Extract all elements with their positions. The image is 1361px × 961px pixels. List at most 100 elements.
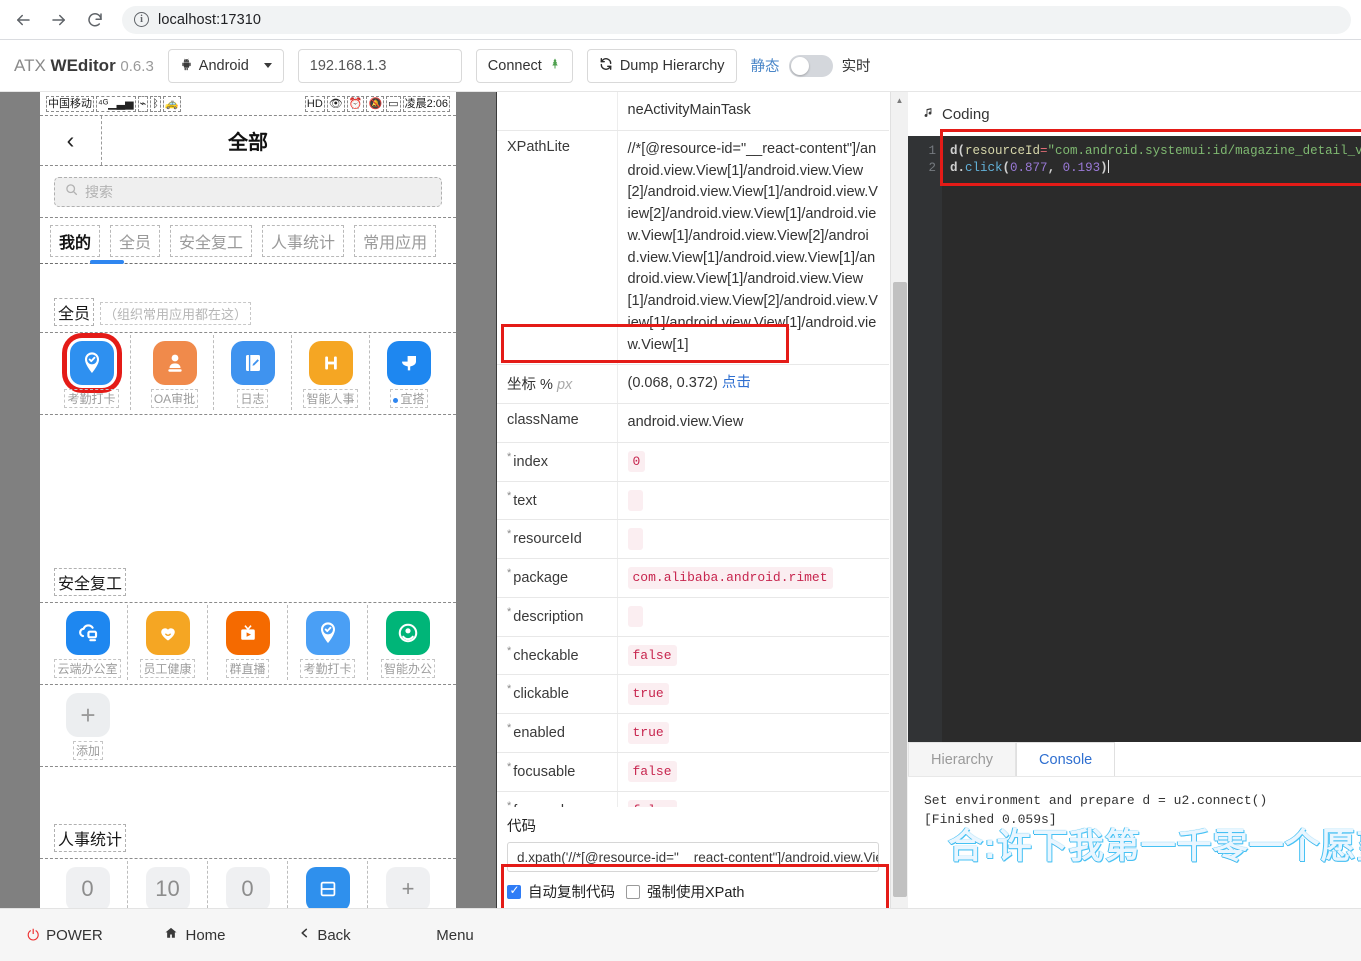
app-item-add[interactable]: + 添加: [48, 687, 128, 762]
platform-select[interactable]: Android: [167, 48, 284, 83]
table-row[interactable]: className android.view.View: [497, 403, 889, 443]
star-marker: *: [507, 567, 512, 579]
table-row[interactable]: neActivityMainTask: [497, 92, 889, 131]
mode-toggle-group[interactable]: 静态 实时: [751, 54, 871, 77]
calendar-icon: [305, 867, 350, 911]
device-tabs[interactable]: 我的 全员 安全复工 人事统计 常用应用: [40, 218, 456, 264]
tok-2-3: 0.877: [1010, 161, 1048, 175]
heart-icon: [145, 611, 190, 655]
device-tab-2[interactable]: 安全复工: [170, 224, 253, 257]
table-row[interactable]: XPathLite //*[@resource-id="__react-cont…: [497, 130, 889, 366]
app-item-oa-shenpi[interactable]: OA审批: [136, 335, 214, 410]
stat-item-add[interactable]: +: [368, 861, 448, 913]
scroll-up-arrow-icon[interactable]: ▲: [891, 92, 908, 109]
browser-forward-icon[interactable]: [46, 7, 72, 33]
tok-2-6: ): [1100, 161, 1108, 175]
coordinate-unit-px[interactable]: px: [557, 377, 572, 393]
device-titlebar: ‹ 全部: [40, 116, 456, 166]
device-address-input[interactable]: 192.168.1.3: [297, 48, 462, 83]
coordinate-value: (0.068, 0.372): [627, 375, 718, 392]
android-icon: [180, 57, 193, 75]
device-search-row[interactable]: 搜索: [40, 166, 456, 218]
connect-button[interactable]: Connect: [475, 48, 573, 83]
home-button[interactable]: Home: [130, 926, 260, 944]
prop-key-checkable: * checkable: [497, 636, 618, 676]
table-row[interactable]: * checkable false: [497, 636, 889, 676]
table-row[interactable]: *description .: [497, 597, 889, 637]
device-mirror-panel[interactable]: 中国移动 ⁴ᴳ▁▃▅ ⌁ ᛒ 🚕 HD 👁 ⏰ 🔕 ▭ 凌晨2:06 ‹ 全部 …: [0, 92, 496, 961]
browser-back-icon[interactable]: [10, 7, 36, 33]
plug-icon: [549, 56, 561, 75]
prop-key-focusable-text: focusable: [513, 763, 576, 780]
prop-key-package: * package: [497, 558, 618, 598]
table-row[interactable]: * index 0: [497, 442, 889, 482]
power-icon: ⏻: [27, 926, 40, 944]
table-row[interactable]: * clickable true: [497, 674, 889, 714]
app-item-zhinengbangong[interactable]: 智能办公: [368, 605, 448, 680]
back-button[interactable]: Back: [260, 926, 390, 944]
prop-key-checkable-text: checkable: [513, 647, 579, 664]
app-item-qunzhibo[interactable]: 群直播: [208, 605, 288, 680]
power-button-label: POWER: [46, 926, 103, 944]
app-item-yunduanbangongshi[interactable]: 云端办公室: [48, 605, 128, 680]
address-bar[interactable]: i localhost:17310: [122, 5, 1351, 34]
table-row[interactable]: * package com.alibaba.android.rimet: [497, 558, 889, 598]
code-editor[interactable]: 1 2 d(resourceId="com.android.systemui:i…: [908, 136, 1361, 742]
dump-hierarchy-button[interactable]: Dump Hierarchy: [586, 48, 737, 83]
stat-item-0[interactable]: 0: [48, 861, 128, 913]
mode-toggle-switch[interactable]: [788, 54, 833, 77]
tab-hierarchy[interactable]: Hierarchy: [908, 742, 1017, 776]
table-row[interactable]: *text .: [497, 481, 889, 521]
stat-item-2[interactable]: 0: [208, 861, 288, 913]
prop-key-description: * description: [497, 597, 618, 637]
wifi-icon: ⌁: [137, 95, 149, 112]
tab-console[interactable]: Console: [1016, 742, 1116, 776]
force-xpath-checkbox[interactable]: [626, 884, 640, 899]
chevron-left-icon[interactable]: ‹: [40, 116, 102, 165]
console-tab-bar[interactable]: Hierarchy Console: [908, 742, 1361, 776]
app-item-kaoqindaka-2[interactable]: 考勤打卡: [288, 605, 368, 680]
stat-item-1[interactable]: 10: [128, 861, 208, 913]
coordinate-row[interactable]: 坐标 % px (0.068, 0.372) 点击: [497, 364, 889, 404]
coordinate-unit-pct[interactable]: %: [540, 377, 553, 393]
info-icon[interactable]: i: [134, 12, 149, 27]
scrollbar-thumb[interactable]: [893, 282, 907, 897]
bell-off-icon: 🔕: [366, 95, 385, 112]
home-button-label: Home: [185, 926, 226, 944]
table-row[interactable]: *resourceId .: [497, 519, 889, 559]
prop-key-text-text: text: [513, 492, 537, 509]
stat-item-calendar[interactable]: [288, 861, 368, 913]
prop-key-resourceid: * resourceId: [497, 519, 618, 559]
coordinate-click-link[interactable]: 点击: [722, 375, 751, 391]
table-row[interactable]: * focusable false: [497, 752, 889, 792]
app-item-zhinengrenshi[interactable]: 智能人事: [292, 335, 370, 410]
device-tab-3[interactable]: 人事统计: [262, 224, 345, 257]
menu-button[interactable]: Menu: [390, 927, 520, 944]
device-screen[interactable]: 中国移动 ⁴ᴳ▁▃▅ ⌁ ᛒ 🚕 HD 👁 ⏰ 🔕 ▭ 凌晨2:06 ‹ 全部 …: [40, 92, 456, 961]
app-grid-1: 云端办公室 员工健康 群直播 考勤打卡 智能办公: [40, 602, 456, 685]
app-brand: ATX WEditor 0.6.3: [14, 56, 154, 76]
device-page-title: 全部: [228, 132, 268, 154]
coding-header: Coding: [908, 92, 1361, 136]
app-item-rizhi[interactable]: 日志: [214, 335, 292, 410]
device-control-toolbar[interactable]: ⏻ POWER Home Back Menu: [0, 908, 1361, 961]
browser-reload-icon[interactable]: [82, 7, 108, 33]
app-item-kaoqindaka[interactable]: 考勤打卡: [53, 335, 131, 410]
app-item-yuangongjiankang[interactable]: 员工健康: [128, 605, 208, 680]
bluetooth-icon: ᛒ: [150, 95, 161, 112]
power-button[interactable]: ⏻ POWER: [0, 927, 130, 944]
editor-code-area[interactable]: d(resourceId="com.android.systemui:id/ma…: [942, 136, 1361, 742]
smart-office-icon: [386, 611, 430, 655]
properties-panel[interactable]: neActivityMainTask XPathLite //*[@resour…: [496, 92, 908, 961]
properties-scrollbar[interactable]: ▲ ▼: [890, 92, 908, 961]
device-tab-4[interactable]: 常用应用: [354, 224, 437, 257]
toggle-knob: [790, 56, 809, 75]
device-tab-0[interactable]: 我的: [50, 224, 101, 257]
device-tab-1[interactable]: 全员: [110, 224, 161, 257]
table-row[interactable]: * enabled true: [497, 713, 889, 753]
line-number-1: 1: [928, 144, 936, 158]
code-xpath-input[interactable]: d.xpath('//*[@resource-id="__react-conte…: [507, 842, 879, 872]
auto-copy-checkbox[interactable]: [507, 883, 521, 899]
app-item-yida[interactable]: 宜搭: [370, 335, 448, 410]
device-search-input[interactable]: 搜索: [54, 176, 442, 207]
